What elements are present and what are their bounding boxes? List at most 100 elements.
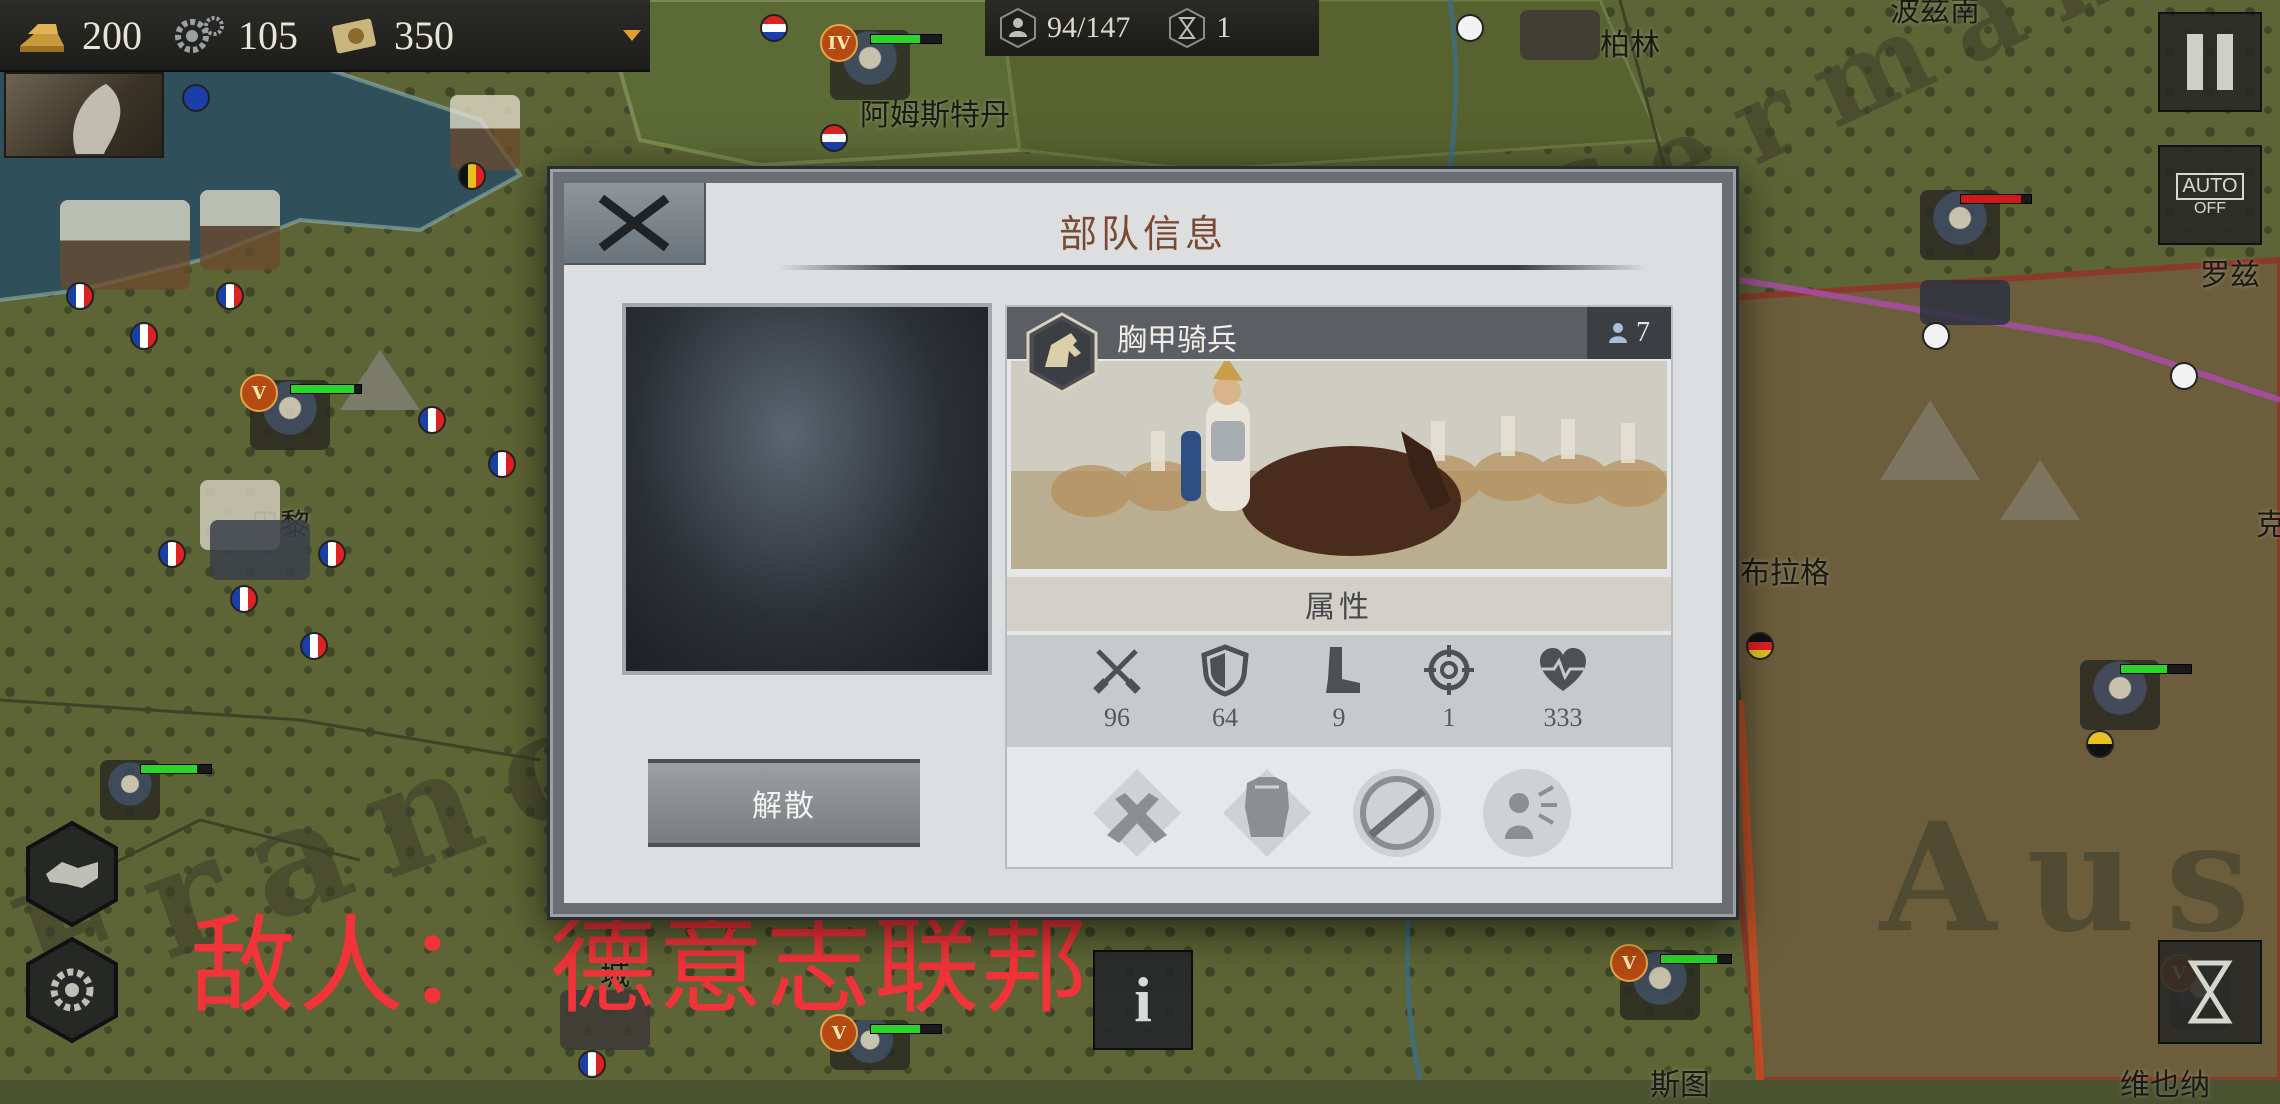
flag-prussia-icon [2170, 362, 2198, 390]
stat-range-value: 1 [1442, 703, 1456, 732]
unit-info-dialog: 部队信息 解散 胸甲骑兵 7 属性 96 64 9 1 333 [547, 166, 1739, 920]
heart-pulse-icon [1540, 648, 1586, 691]
stat-attack: 96 [1067, 643, 1167, 733]
flag-prussia-icon [1922, 322, 1950, 350]
flag-france-icon [578, 1050, 606, 1078]
unit-count-value: 7 [1636, 317, 1650, 348]
city-label-poznan[interactable]: 波兹南 [1890, 0, 1980, 30]
flag-france-icon [418, 406, 446, 434]
stat-range: 1 [1399, 643, 1499, 733]
flag-france-icon [230, 585, 258, 613]
flag-france-icon [216, 282, 244, 310]
map-unit-austrian-army[interactable] [2080, 660, 2192, 730]
unit-name: 胸甲骑兵 [1117, 323, 1237, 358]
flag-uk-icon [182, 84, 210, 112]
leader-portrait[interactable] [4, 72, 164, 158]
attributes-header: 属性 [1007, 577, 1671, 631]
flag-netherlands-icon [760, 14, 788, 42]
cavalry-horse-icon [1026, 312, 1098, 394]
crosshair-icon [1424, 645, 1474, 695]
population-icon [1000, 7, 1036, 49]
tech-button[interactable] [24, 936, 120, 1044]
map-unit-fleet[interactable] [60, 200, 190, 290]
flag-france-icon [158, 540, 186, 568]
map-unit-fleet[interactable] [200, 190, 280, 270]
resource-gold[interactable]: 200 [0, 0, 156, 70]
diplomacy-button[interactable] [24, 820, 120, 928]
turn-bar: 94/147 1 [985, 0, 1319, 56]
map-unit-french-army[interactable]: V [240, 374, 362, 450]
crossed-swords-icon [1093, 649, 1141, 694]
end-turn-button[interactable] [2158, 940, 2262, 1044]
flag-france-icon [66, 282, 94, 310]
rank-badge-v: V [1610, 944, 1648, 982]
flag-prussia-icon [1456, 14, 1484, 42]
crossed-pistols-icon[interactable] [1089, 765, 1185, 861]
map-scroll-icon [332, 18, 376, 54]
industry-value: 105 [238, 12, 298, 58]
skills-row [1007, 753, 1671, 865]
hourglass-icon [2187, 960, 2233, 1024]
population-value: 94/147 [1047, 11, 1131, 44]
unit-header: 胸甲骑兵 7 [1007, 307, 1671, 359]
auto-state: OFF [2194, 199, 2226, 217]
cuirassier-artwork [1011, 361, 1667, 569]
map-unit-artillery[interactable] [1920, 280, 2010, 325]
flag-austria-icon [2086, 730, 2114, 758]
resource-bar: 200 105 350 [0, 0, 650, 72]
gold-value: 200 [82, 12, 142, 58]
rank-badge-iv: IV [820, 24, 858, 62]
pause-icon [2217, 34, 2233, 90]
flag-france-icon [300, 632, 328, 660]
city-label-prague[interactable]: 布拉格 [1740, 548, 1830, 592]
gear-icon [175, 16, 224, 53]
stat-attack-value: 96 [1104, 703, 1130, 732]
pause-button[interactable] [2158, 12, 2262, 112]
horse-portrait-icon [73, 84, 121, 154]
turn-value: 1 [1216, 11, 1232, 44]
flag-france-icon [318, 540, 346, 568]
map-unit-dutch-army[interactable]: IV [820, 24, 942, 100]
resource-command[interactable]: 350 [312, 0, 468, 70]
rank-badge-v: V [240, 374, 278, 412]
map-unit-fleet[interactable] [450, 95, 520, 170]
stat-movement: 9 [1289, 643, 1389, 733]
stat-health: 333 [1513, 643, 1613, 733]
map-unit-prussian-army[interactable] [1920, 190, 2032, 260]
morale-shout-icon[interactable] [1479, 765, 1575, 861]
cuirass-armor-icon[interactable] [1219, 765, 1315, 861]
command-value: 350 [394, 12, 454, 58]
stat-health-value: 333 [1543, 703, 1583, 732]
map-building-berlin[interactable] [1520, 10, 1600, 60]
disband-button[interactable]: 解散 [648, 759, 920, 847]
charge-slash-icon[interactable] [1349, 765, 1445, 861]
flag-france-icon [488, 450, 516, 478]
dialog-body: 部队信息 解散 胸甲骑兵 7 属性 96 64 9 1 333 [564, 183, 1722, 903]
city-label-rossi[interactable]: 罗兹 [2200, 250, 2260, 294]
resource-industry[interactable]: 105 [156, 0, 312, 70]
pause-icon [2187, 34, 2203, 90]
city-label-kra[interactable]: 克 [2256, 500, 2280, 544]
gold-bars-icon [20, 24, 64, 52]
boot-icon [1326, 647, 1360, 693]
city-label-berlin[interactable]: 柏林 [1600, 20, 1660, 64]
map-unit-french-army[interactable] [100, 760, 212, 820]
chevron-down-icon [623, 29, 641, 41]
stat-defense: 64 [1175, 643, 1275, 733]
stat-movement-value: 9 [1332, 703, 1346, 732]
unit-portrait-panel [622, 303, 992, 675]
title-divider [779, 265, 1647, 270]
unit-card: 胸甲骑兵 7 属性 96 64 9 1 333 [1005, 305, 1673, 869]
city-label-vienna[interactable]: 维也纳 [2120, 1060, 2210, 1104]
auto-battle-toggle[interactable]: AUTO OFF [2158, 145, 2262, 245]
resource-dropdown-button[interactable] [614, 0, 650, 70]
stats-row: 96 64 9 1 333 [1007, 635, 1671, 747]
auto-label: AUTO [2176, 172, 2244, 200]
city-label-south[interactable]: 斯图 [1650, 1060, 1710, 1104]
map-unit-artillery[interactable] [210, 520, 310, 580]
hourglass-icon [1169, 7, 1206, 49]
map-unit-german-army[interactable]: V [1610, 944, 1732, 1020]
flag-germany-icon [1746, 632, 1774, 660]
dialog-title: 部队信息 [1058, 212, 1227, 256]
info-button[interactable]: i [1093, 950, 1193, 1050]
